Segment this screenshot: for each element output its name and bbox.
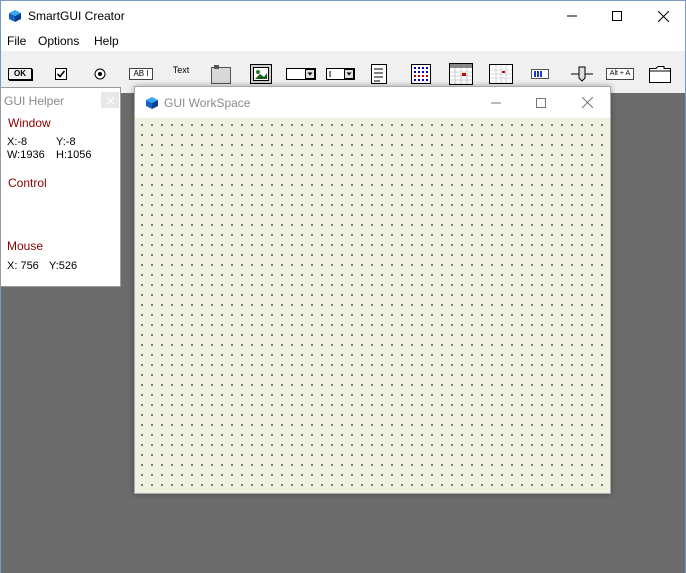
workspace-title-bar[interactable]: GUI WorkSpace xyxy=(135,87,610,118)
monthcal-tool[interactable] xyxy=(489,63,513,85)
text-label: Text xyxy=(172,65,190,75)
listbox-tool[interactable] xyxy=(371,63,387,85)
close-icon xyxy=(657,10,669,22)
picture-tool[interactable] xyxy=(250,63,272,85)
mouse-y: Y:526 xyxy=(49,260,78,272)
edit-tool[interactable]: AB I xyxy=(129,63,153,85)
workspace-grid-canvas[interactable] xyxy=(135,118,610,493)
menu-help[interactable]: Help xyxy=(94,34,119,48)
listbox-icon xyxy=(371,64,387,84)
close-icon xyxy=(106,96,114,104)
helper-title: GUI Helper xyxy=(4,94,65,108)
gui-workspace-window: GUI WorkSpace xyxy=(134,86,611,494)
maximize-button[interactable] xyxy=(594,1,640,31)
minimize-icon xyxy=(567,15,577,17)
listview-tool[interactable] xyxy=(411,63,431,85)
progress-tool[interactable] xyxy=(531,63,549,85)
hotkey-tool[interactable]: Alt + A xyxy=(606,63,634,85)
picture-icon xyxy=(250,64,272,84)
dropdown-tool[interactable] xyxy=(286,63,316,85)
minimize-icon xyxy=(491,102,501,103)
maximize-icon xyxy=(612,11,622,21)
workspace-close-button[interactable] xyxy=(564,87,610,118)
window-heading: Window xyxy=(8,116,51,130)
datetime-tool[interactable] xyxy=(449,63,473,85)
window-w: W:1936 xyxy=(7,149,45,161)
button-tool[interactable]: OK xyxy=(8,63,32,85)
app-title: SmartGUI Creator xyxy=(28,9,125,23)
radio-icon xyxy=(94,68,106,80)
checkbox-icon xyxy=(55,68,67,80)
listview-icon xyxy=(411,64,431,84)
text-tool[interactable]: Text xyxy=(169,63,193,77)
slider-icon xyxy=(571,66,593,82)
combobox-tool[interactable] xyxy=(326,63,355,85)
progress-icon xyxy=(531,69,549,79)
calendar-icon xyxy=(449,63,473,85)
app-cube-icon xyxy=(9,10,21,22)
workspace-maximize-button[interactable] xyxy=(518,87,564,118)
workspace-title: GUI WorkSpace xyxy=(164,96,251,110)
window-h: H:1056 xyxy=(56,149,92,161)
workspace-cube-icon xyxy=(146,97,158,109)
folder-icon xyxy=(649,66,671,83)
close-icon xyxy=(581,97,593,108)
radio-tool[interactable] xyxy=(94,63,106,85)
helper-title-bar[interactable]: GUI Helper xyxy=(1,88,120,112)
dropdown-icon xyxy=(286,68,316,80)
maximize-icon xyxy=(536,97,546,108)
close-button[interactable] xyxy=(640,1,686,31)
gui-helper-panel: GUI Helper Window X:-8 Y:-8 W:1936 H:105… xyxy=(0,87,121,287)
minimize-button[interactable] xyxy=(549,1,595,31)
mouse-x: X: 756 xyxy=(7,260,39,272)
helper-close-button[interactable] xyxy=(101,92,119,108)
window-x: X:-8 xyxy=(7,136,28,148)
window-y: Y:-8 xyxy=(56,136,76,148)
hotkey-label: Alt + A xyxy=(606,68,634,80)
checkbox-tool[interactable] xyxy=(54,63,68,85)
menu-bar: File Options Help xyxy=(1,31,685,51)
title-bar[interactable]: SmartGUI Creator xyxy=(1,1,685,31)
workspace-minimize-button[interactable] xyxy=(473,87,519,118)
mouse-heading: Mouse xyxy=(7,239,44,253)
menu-file[interactable]: File xyxy=(7,34,26,48)
combobox-icon xyxy=(326,68,355,80)
monthcal-icon xyxy=(489,64,513,84)
edit-label: AB I xyxy=(129,68,153,80)
menu-options[interactable]: Options xyxy=(38,34,79,48)
groupbox-tool[interactable] xyxy=(211,63,231,85)
groupbox-icon xyxy=(211,65,231,84)
slider-tool[interactable] xyxy=(571,63,593,85)
open-folder-tool[interactable] xyxy=(649,63,671,85)
control-heading: Control xyxy=(8,176,47,190)
ok-label: OK xyxy=(8,68,32,80)
